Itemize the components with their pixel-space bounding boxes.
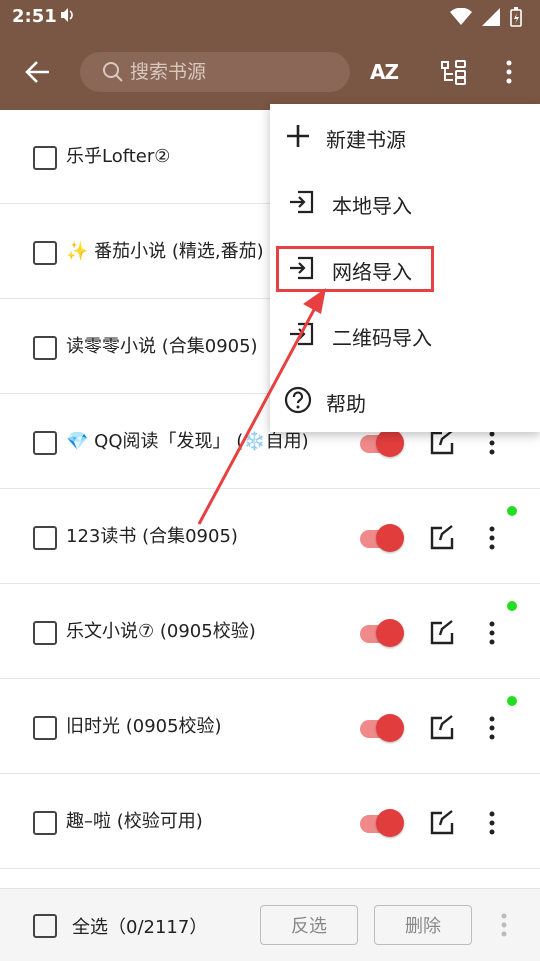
menu-item-local-import[interactable]: 本地导入 (270, 170, 540, 236)
status-indicator (507, 506, 517, 516)
menu-item-help[interactable]: 帮助 (270, 368, 540, 434)
source-name-suffix: 自用) (265, 431, 309, 452)
status-bar: 2:51 (0, 0, 540, 34)
search-input[interactable] (128, 60, 332, 84)
back-button[interactable] (20, 54, 56, 90)
edit-icon[interactable] (428, 809, 456, 837)
row-checkbox[interactable] (33, 811, 57, 835)
group-icon (441, 60, 466, 85)
annotation-highlight-box (276, 246, 434, 292)
more-vert-icon (489, 621, 495, 645)
enable-toggle[interactable] (358, 429, 404, 457)
help-icon (284, 386, 312, 414)
row-more-button[interactable] (482, 524, 502, 552)
menu-item-new-source[interactable]: 新建书源 (270, 104, 540, 170)
sparkle-icon: ✨ (66, 241, 89, 262)
bottom-more-button[interactable] (494, 911, 514, 939)
volume-icon (60, 7, 76, 27)
source-name: 乐乎Lofter② (66, 146, 171, 167)
enable-toggle[interactable] (358, 524, 404, 552)
source-name: 读零零小说 (合集0905) (66, 336, 258, 357)
more-vert-icon (489, 811, 495, 835)
sort-button[interactable]: AZ (366, 54, 402, 90)
more-vert-icon (501, 913, 507, 937)
source-name: QQ阅读「发现」 ( (94, 431, 244, 452)
status-indicator (507, 696, 517, 706)
import-icon (290, 322, 314, 346)
row-checkbox[interactable] (33, 621, 57, 645)
snowflake-icon: ❄️ (243, 431, 266, 452)
list-item[interactable]: 乐文小说⑦ (0905校验) (0, 585, 540, 679)
row-checkbox[interactable] (33, 431, 57, 455)
sort-az-icon: AZ (370, 60, 399, 84)
import-icon (290, 190, 314, 214)
row-more-button[interactable] (482, 619, 502, 647)
row-checkbox[interactable] (33, 241, 57, 265)
row-more-button[interactable] (482, 714, 502, 742)
row-checkbox[interactable] (33, 146, 57, 170)
wifi-icon (450, 8, 472, 25)
enable-toggle[interactable] (358, 619, 404, 647)
more-vert-icon (489, 431, 495, 455)
more-vert-icon (489, 716, 495, 740)
row-more-button[interactable] (482, 809, 502, 837)
source-name: 番茄小说 (精选,番茄) (94, 241, 264, 262)
enable-toggle[interactable] (358, 714, 404, 742)
menu-item-qr-import[interactable]: 二维码导入 (270, 302, 540, 368)
row-checkbox[interactable] (33, 336, 57, 360)
bottom-action-bar: 全选（0/2117） 反选 删除 (0, 888, 540, 961)
group-button[interactable] (436, 54, 472, 90)
arrow-left-icon (25, 61, 49, 83)
status-indicator (507, 601, 517, 611)
status-time: 2:51 (12, 6, 57, 27)
search-box[interactable] (80, 52, 350, 92)
source-name: 趣–啦 (校验可用) (66, 811, 203, 832)
row-checkbox[interactable] (33, 716, 57, 740)
select-all-checkbox[interactable] (33, 914, 57, 938)
invert-selection-button[interactable]: 反选 (260, 905, 358, 945)
edit-icon[interactable] (428, 524, 456, 552)
more-vert-icon (489, 526, 495, 550)
diamond-icon: 💎 (66, 431, 89, 452)
plus-icon (287, 125, 309, 147)
source-name: 乐文小说⑦ (0905校验) (66, 621, 256, 642)
enable-toggle[interactable] (358, 809, 404, 837)
row-checkbox[interactable] (33, 526, 57, 550)
overflow-menu-button[interactable] (494, 54, 524, 90)
source-name: 旧时光 (0905校验) (66, 716, 222, 737)
list-item[interactable]: 旧时光 (0905校验) (0, 680, 540, 774)
cell-signal-icon (482, 8, 500, 26)
edit-icon[interactable] (428, 714, 456, 742)
list-item[interactable]: 趣–啦 (校验可用) (0, 775, 540, 869)
app-bar: AZ (0, 34, 540, 110)
source-name: 123读书 (合集0905) (66, 526, 238, 547)
delete-button[interactable]: 删除 (374, 905, 472, 945)
battery-icon (510, 7, 522, 27)
select-all-label: 全选（0/2117） (72, 917, 208, 938)
edit-icon[interactable] (428, 619, 456, 647)
search-icon (103, 62, 123, 82)
more-vert-icon (506, 60, 512, 84)
list-item[interactable]: 123读书 (合集0905) (0, 490, 540, 584)
